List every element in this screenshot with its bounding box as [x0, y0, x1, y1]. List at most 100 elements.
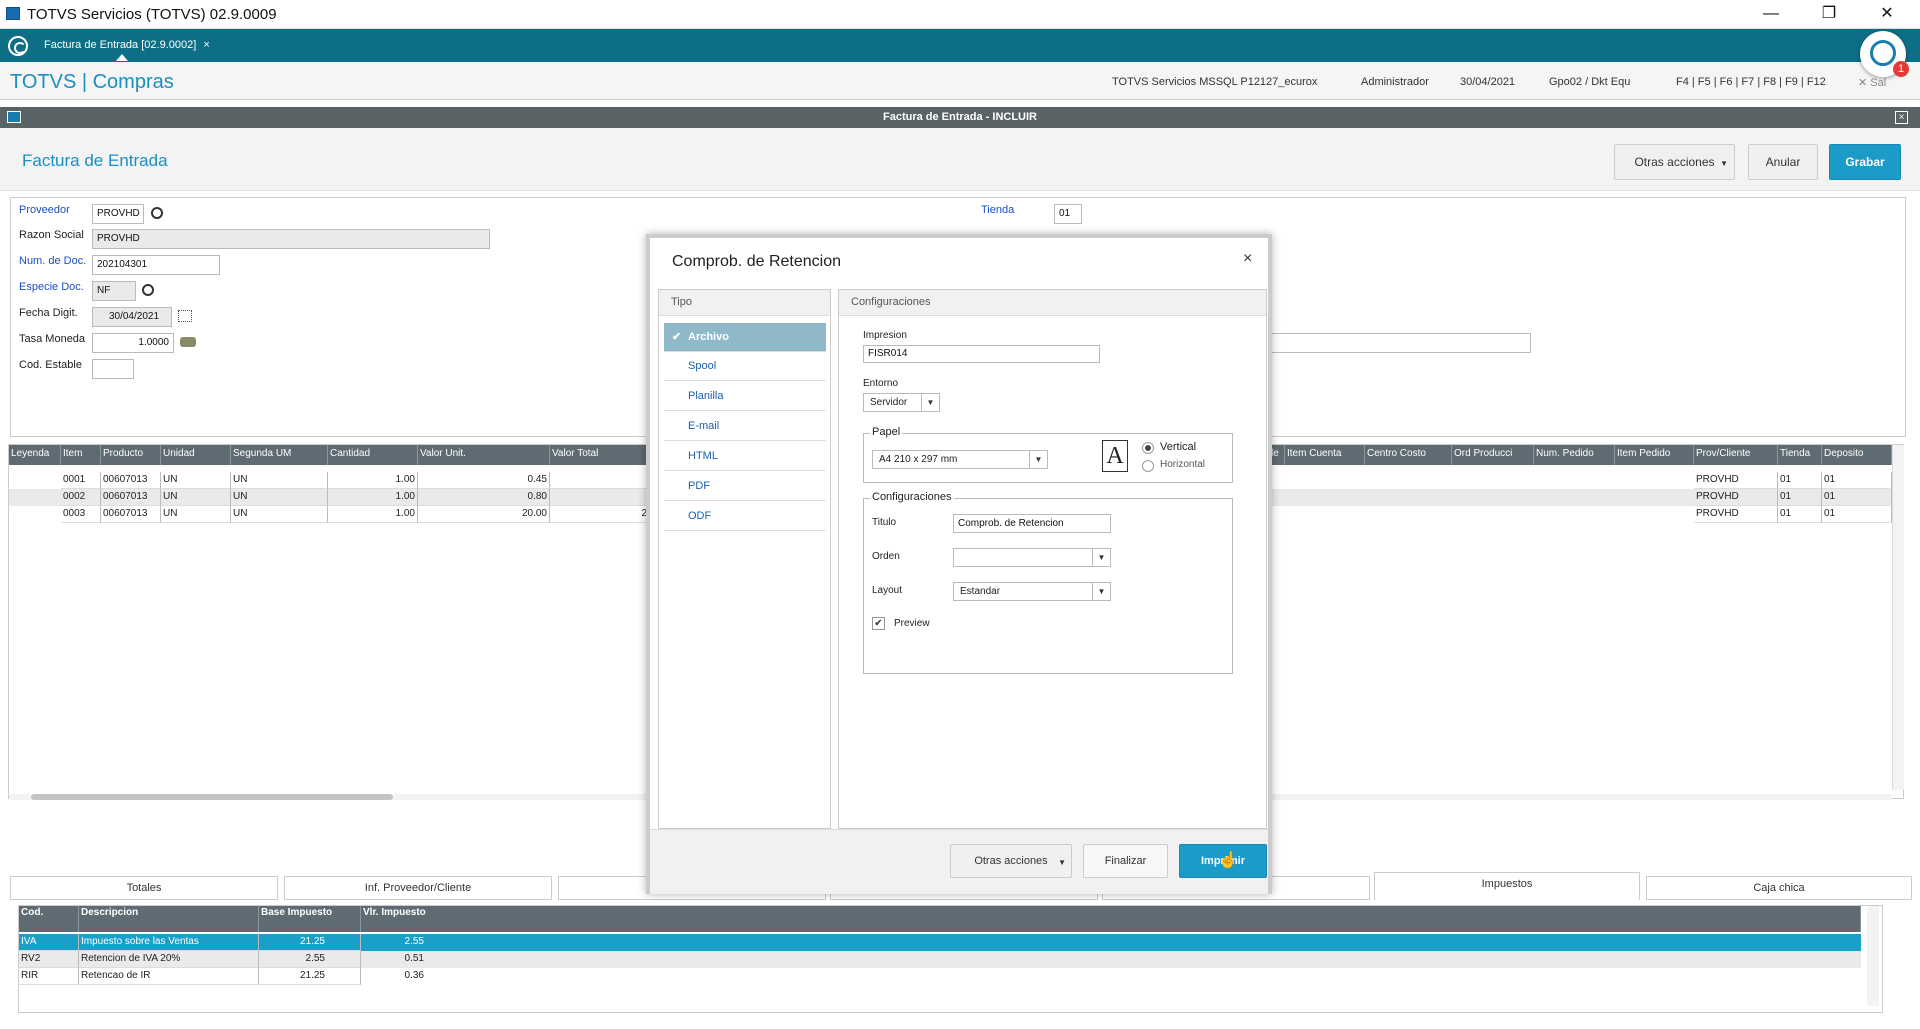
titulo-field[interactable]: Comprob. de Retencion — [953, 514, 1111, 533]
column-header[interactable]: Ord Producci — [1452, 445, 1534, 465]
column-header[interactable]: Centro Costo — [1365, 445, 1452, 465]
chevron-down-icon[interactable]: ▼ — [1092, 549, 1110, 566]
cell-vlr: 0.36 — [404, 970, 424, 981]
column-header[interactable]: Item Pedido — [1615, 445, 1694, 465]
column-header[interactable]: Cod. — [19, 906, 79, 932]
cell-cod: RV2 — [19, 951, 79, 968]
tienda-field[interactable]: 01 — [1054, 204, 1082, 224]
column-header[interactable]: Descripcion — [79, 906, 259, 932]
tab-totales[interactable]: Totales — [10, 876, 278, 900]
layout-select[interactable]: Estandar ▼ — [953, 582, 1111, 601]
entorno-select[interactable]: Servidor ▼ — [863, 393, 940, 412]
preview-checkbox[interactable]: ✔ — [872, 617, 885, 630]
totvs-home-icon[interactable] — [8, 36, 28, 56]
table-row[interactable]: IVA Impuesto sobre las Ventas 21.25 2.55 — [19, 934, 1861, 951]
cell-tienda: 01 — [1778, 506, 1822, 523]
shortcuts-info: F4 | F5 | F6 | F7 | F8 | F9 | F12 — [1676, 76, 1826, 88]
calendar-icon[interactable] — [178, 310, 192, 322]
vertical-scrollbar[interactable] — [1892, 445, 1904, 790]
column-header[interactable]: Cantidad — [328, 445, 418, 465]
entorno-label: Entorno — [863, 378, 899, 389]
titulo-label: Titulo — [872, 517, 897, 528]
other-actions-label: Otras acciones — [1634, 155, 1715, 169]
papel-legend: Papel — [870, 426, 903, 438]
table-row[interactable]: RIR Retencao de IR 21.25 0.36 — [19, 968, 1861, 985]
dialog-other-actions-button[interactable]: Otras acciones ▼ — [950, 844, 1072, 878]
other-actions-button[interactable]: Otras acciones ▼ — [1614, 144, 1735, 180]
vertical-scrollbar[interactable] — [1867, 906, 1879, 1006]
orden-select[interactable]: ▼ — [953, 548, 1111, 567]
cell-producto: 00607013 — [101, 472, 161, 489]
cell-prov: PROVHD — [1694, 506, 1778, 523]
especie-doc-field[interactable]: NF — [92, 281, 136, 301]
num-doc-field[interactable]: 202104301 — [92, 255, 220, 275]
column-header[interactable]: Base Impuesto — [259, 906, 361, 932]
num-doc-label: Num. de Doc. — [19, 255, 87, 267]
cell-cantidad: 1.00 — [328, 506, 418, 523]
scrollbar-thumb[interactable] — [31, 794, 393, 800]
tipo-item-planilla[interactable]: Planilla — [664, 382, 826, 411]
exit-button[interactable]: ✕ Sal — [1858, 76, 1886, 89]
tab-inf-proveedor[interactable]: Inf. Proveedor/Cliente — [284, 876, 552, 900]
chevron-down-icon[interactable]: ▼ — [1029, 451, 1047, 468]
tipo-item-html[interactable]: HTML — [664, 442, 826, 471]
preview-label: Preview — [894, 618, 930, 629]
column-header[interactable]: Item — [61, 445, 101, 465]
tipo-item-archivo[interactable]: ✔ Archivo — [664, 323, 826, 352]
column-header[interactable]: Producto — [101, 445, 161, 465]
papel-group: Papel A4 210 x 297 mm ▼ A Vertical Horiz… — [863, 426, 1233, 483]
dialog-close-icon[interactable]: × — [1243, 250, 1252, 268]
chevron-down-icon[interactable]: ▼ — [921, 394, 939, 411]
cell-base: 21.25 — [259, 968, 361, 985]
cancel-button[interactable]: Anular — [1748, 144, 1818, 180]
chevron-down-icon[interactable]: ▼ — [1092, 583, 1110, 600]
vertical-radio[interactable] — [1142, 442, 1154, 454]
tipo-item-email[interactable]: E-mail — [664, 412, 826, 441]
tab-caja-chica[interactable]: Caja chica — [1646, 876, 1912, 900]
column-header[interactable]: Item Cuenta — [1285, 445, 1365, 465]
cell-valor-unit: 0.80 — [418, 489, 550, 506]
column-header[interactable]: Leyenda — [9, 445, 61, 465]
form-close-button[interactable]: × — [1895, 111, 1908, 124]
column-header[interactable]: Valor Total — [550, 445, 650, 465]
form-window-title: Factura de Entrada - INCLUIR — [882, 111, 1038, 123]
hand-cursor-icon: ☝ — [1218, 852, 1238, 869]
column-header[interactable]: Prov/Cliente — [1694, 445, 1778, 465]
tasa-moneda-field[interactable]: 1.0000 — [92, 333, 174, 353]
finalizar-button[interactable]: Finalizar — [1083, 844, 1168, 878]
tab-close-icon[interactable]: × — [203, 39, 209, 51]
help-assistant-button[interactable]: 1 — [1860, 31, 1909, 77]
column-header[interactable]: Vlr. Impuesto — [361, 906, 1861, 932]
cell-desc: Impuesto sobre las Ventas — [79, 934, 259, 951]
column-header[interactable]: Num. Pedido — [1534, 445, 1615, 465]
impresion-field[interactable]: FISR014 — [863, 345, 1100, 363]
column-header[interactable]: Deposito — [1822, 445, 1892, 465]
tipo-item-spool[interactable]: Spool — [664, 352, 826, 381]
close-window-button[interactable]: ✕ — [1864, 0, 1910, 29]
horizontal-radio[interactable] — [1142, 460, 1154, 472]
tipo-item-pdf[interactable]: PDF — [664, 472, 826, 501]
form-field-right[interactable] — [1269, 333, 1531, 353]
cell-unidad: UN — [161, 489, 231, 506]
tipo-item-odf[interactable]: ODF — [664, 502, 826, 531]
tab-impuestos[interactable]: Impuestos — [1374, 872, 1640, 900]
restore-button[interactable]: ❐ — [1806, 0, 1852, 29]
column-header[interactable]: Unidad — [161, 445, 231, 465]
column-header[interactable]: Tienda — [1778, 445, 1822, 465]
cod-estable-field[interactable] — [92, 359, 134, 379]
papel-select[interactable]: A4 210 x 297 mm ▼ — [872, 450, 1048, 469]
table-row[interactable]: RV2 Retencion de IVA 20% 2.55 0.51 — [19, 951, 1861, 968]
cell-item: 0001 — [61, 472, 101, 489]
search-icon[interactable] — [142, 284, 154, 296]
cell-deposito: 01 — [1822, 506, 1892, 523]
money-icon[interactable] — [180, 337, 196, 347]
column-header[interactable]: Valor Unit. — [418, 445, 550, 465]
proveedor-field[interactable]: PROVHD — [92, 204, 144, 224]
column-header[interactable]: Segunda UM — [231, 445, 328, 465]
config-header: Configuraciones — [839, 290, 1266, 316]
search-icon[interactable] — [151, 207, 163, 219]
minimize-button[interactable]: — — [1748, 0, 1794, 29]
dialog-footer: Otras acciones ▼ Finalizar Imprimir — [650, 829, 1268, 894]
save-button[interactable]: Grabar — [1829, 144, 1901, 180]
cell-item: 0003 — [61, 506, 101, 523]
